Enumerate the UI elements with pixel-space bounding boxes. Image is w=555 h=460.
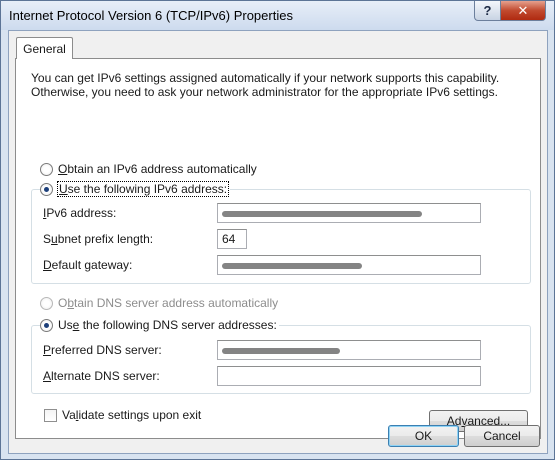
alternate-dns-label: Alternate DNS server: (43, 369, 160, 383)
radio-use-following-ipv6[interactable]: Use the following IPv6 address: (40, 181, 231, 197)
ipv6-address-label: IPv6 address: (43, 206, 117, 220)
redacted-value (222, 211, 422, 217)
radio-label: Use the following IPv6 address: (56, 181, 230, 197)
close-button[interactable]: ✕ (500, 1, 546, 21)
radio-label: Obtain an IPv6 address automatically (58, 162, 257, 176)
radio-obtain-dns-auto[interactable]: Obtain DNS server address automatically (40, 296, 278, 310)
radio-button[interactable] (40, 182, 53, 196)
dns-server-group: Preferred DNS server: Alternate DNS serv… (31, 325, 531, 394)
alternate-dns-input[interactable] (217, 366, 481, 386)
default-gateway-label: Default gateway: (43, 258, 133, 272)
validate-settings-checkbox[interactable] (44, 408, 57, 422)
subnet-prefix-length-label: Subnet prefix length: (43, 232, 154, 246)
radio-selected-dot (44, 322, 49, 328)
radio-button[interactable] (40, 318, 53, 332)
cancel-button[interactable]: Cancel (464, 425, 540, 447)
validate-settings-label: Validate settings upon exit (62, 408, 202, 422)
subnet-prefix-length-input[interactable]: 64 (217, 229, 247, 249)
radio-use-following-dns[interactable]: Use the following DNS server addresses: (40, 318, 279, 332)
ok-button[interactable]: OK (388, 425, 459, 447)
radio-button[interactable] (40, 162, 53, 176)
close-icon: ✕ (517, 2, 529, 18)
question-mark-icon: ? (483, 3, 492, 18)
validate-settings-checkbox-row[interactable]: Validate settings upon exit (44, 408, 201, 422)
radio-label: Use the following DNS server addresses: (58, 318, 277, 332)
redacted-value (222, 263, 362, 269)
ipv6-address-input[interactable] (217, 203, 481, 223)
radio-label: Obtain DNS server address automatically (58, 296, 279, 310)
tab-general[interactable]: General (16, 37, 73, 59)
window-title: Internet Protocol Version 6 (TCP/IPv6) P… (9, 8, 293, 23)
default-gateway-input[interactable] (217, 255, 481, 275)
preferred-dns-input[interactable] (217, 340, 481, 360)
radio-selected-dot (44, 186, 49, 192)
title-bar[interactable]: Internet Protocol Version 6 (TCP/IPv6) P… (1, 1, 554, 30)
preferred-dns-label: Preferred DNS server: (43, 343, 162, 357)
radio-button[interactable] (40, 296, 53, 310)
ipv6-address-group: IPv6 address: Subnet prefix length: 64 D… (31, 189, 531, 284)
radio-obtain-ipv6-auto[interactable]: Obtain an IPv6 address automatically (40, 162, 257, 176)
intro-text: You can get IPv6 settings assigned autom… (31, 71, 500, 99)
dialog-window: Internet Protocol Version 6 (TCP/IPv6) P… (0, 0, 555, 460)
dialog-client-area: General You can get IPv6 settings assign… (8, 30, 548, 454)
redacted-value (222, 348, 340, 354)
general-tab-panel: You can get IPv6 settings assigned autom… (15, 58, 541, 439)
help-button[interactable]: ? (474, 1, 501, 21)
